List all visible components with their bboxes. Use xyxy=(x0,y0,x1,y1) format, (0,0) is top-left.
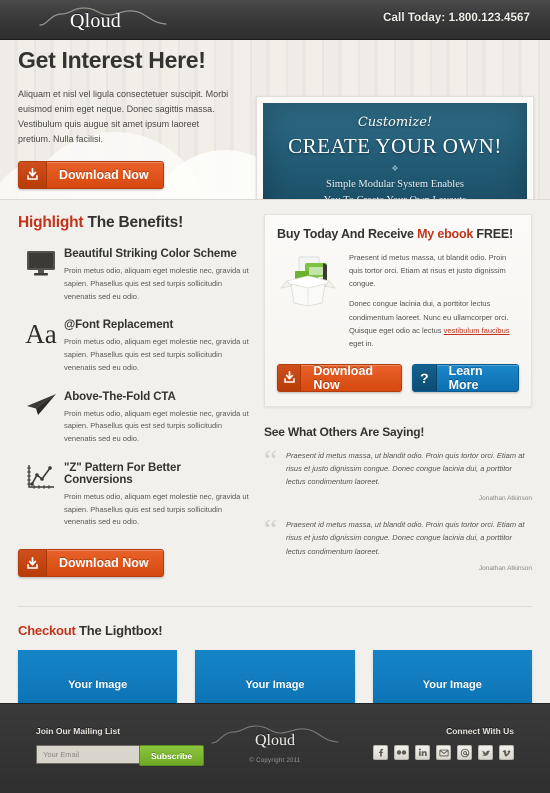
ebook-para-2b: eget in. xyxy=(349,338,374,348)
font-aa-icon: Aa xyxy=(25,319,57,350)
section-divider xyxy=(18,605,532,607)
lightbox-thumb-label: Your Image xyxy=(68,678,128,691)
flickr-icon[interactable] xyxy=(394,745,409,760)
learn-more-label: Learn More xyxy=(448,363,483,392)
promo-subline-1: Simple Modular System Enables xyxy=(326,179,464,190)
promo-video-inner: Customize! CREATE YOUR OWN! ❖ Simple Mod… xyxy=(263,103,527,199)
testimonial-author: Jonathan Atkinson xyxy=(478,564,532,572)
benefits-download-label: Download Now xyxy=(59,556,149,570)
question-mark-icon: ? xyxy=(413,364,437,391)
benefit-title: @Font Replacement xyxy=(64,319,174,332)
header-phone: Call Today: 1.800.123.4567 xyxy=(383,12,530,24)
chart-icon xyxy=(18,462,64,529)
ebook-heading-tail: FREE! xyxy=(473,227,513,241)
lightbox-thumb-label: Your Image xyxy=(245,678,305,691)
benefit-desc: Proin metus odio, aliquam eget molestie … xyxy=(64,337,249,372)
lightbox-thumb-label: Your Image xyxy=(422,678,482,691)
benefit-title: Above-The-Fold CTA xyxy=(64,390,176,403)
ebook-download-label: Download Now xyxy=(313,363,374,392)
header-logo[interactable]: Qloud xyxy=(38,4,168,38)
at-icon[interactable] xyxy=(457,745,472,760)
twitter-icon[interactable] xyxy=(478,745,493,760)
hero-paragraph: Aliquam et nisl vel ligula consectetuer … xyxy=(18,89,229,144)
copyright-text: © Copyright 2011 xyxy=(249,758,301,764)
testimonial-author: Jonathan Atkinson xyxy=(478,495,532,503)
open-box-icon xyxy=(277,251,339,350)
benefit-item: "Z" Pattern For Better Conversions Proin… xyxy=(18,462,250,529)
benefits-heading-rest: The Benefits! xyxy=(83,214,184,231)
promo-script-text: Customize! xyxy=(357,115,433,130)
hero-content: Get Interest Here! Aliquam et nisl vel l… xyxy=(18,47,242,199)
testimonial-item: “ Praesent id metus massa, ut blandit od… xyxy=(264,443,532,503)
promo-subline-2: You To Create Your Own Layouts xyxy=(263,193,527,199)
linkedin-icon[interactable] xyxy=(415,745,430,760)
site-header: Qloud Call Today: 1.800.123.4567 xyxy=(0,0,550,40)
ebook-panel: Buy Today And Receive My ebook FREE! Pra… xyxy=(264,214,532,407)
ornament-divider: ❖ xyxy=(391,164,399,173)
ebook-download-button[interactable]: Download Now xyxy=(277,363,403,392)
mailing-list-title: Join Our Mailing List xyxy=(36,726,121,736)
vimeo-icon[interactable] xyxy=(499,745,514,760)
testimonial-item: “ Praesent id metus massa, ut blandit od… xyxy=(264,513,532,572)
promo-video-box[interactable]: Customize! CREATE YOUR OWN! ❖ Simple Mod… xyxy=(256,96,534,199)
email-input[interactable] xyxy=(36,745,139,764)
footer-logo-text: Qloud xyxy=(255,732,295,749)
footer-logo-block: Qloud © Copyright 2011 xyxy=(210,724,340,764)
benefit-item: Aa @Font Replacement Proin metus odio, a… xyxy=(18,319,250,374)
hero-section: Get Interest Here! Aliquam et nisl vel l… xyxy=(0,40,550,200)
quote-icon: “ xyxy=(264,443,278,477)
download-icon xyxy=(19,550,47,576)
benefit-desc: Proin metus odio, aliquam eget molestie … xyxy=(64,491,249,527)
learn-more-button[interactable]: ? Learn More xyxy=(412,363,519,392)
benefit-title: Beautiful Striking Color Scheme xyxy=(64,248,237,260)
testimonial-text: Praesent id metus massa, ut blandit odio… xyxy=(286,520,525,556)
ebook-para-2: Donec congue lacinia dui, a porttitor le… xyxy=(349,297,519,350)
ebook-heading: Buy Today And Receive My ebook FREE! xyxy=(277,227,519,241)
testimonials-heading: See What Others Are Saying! xyxy=(264,424,425,439)
subscribe-button[interactable]: Subscribe xyxy=(139,745,205,766)
download-icon xyxy=(278,364,302,391)
social-icons xyxy=(373,745,514,760)
main-content: Highlight The Benefits! Beautiful Striki… xyxy=(0,200,550,607)
benefit-item: Above-The-Fold CTA Proin metus odio, ali… xyxy=(18,391,250,446)
paper-plane-icon xyxy=(18,391,64,446)
header-logo-text: Qloud xyxy=(70,10,121,32)
facebook-icon[interactable] xyxy=(373,745,388,760)
hero-title: Get Interest Here! xyxy=(18,47,206,73)
benefits-download-button[interactable]: Download Now xyxy=(18,549,164,577)
ebook-heading-accent: My ebook xyxy=(417,227,474,241)
benefit-title: "Z" Pattern For Better Conversions xyxy=(64,461,181,486)
connect-block: Connect With Us xyxy=(373,726,514,760)
subscribe-form: Subscribe xyxy=(36,745,205,766)
benefits-column: Highlight The Benefits! Beautiful Striki… xyxy=(18,214,250,588)
offer-column: Buy Today And Receive My ebook FREE! Pra… xyxy=(264,214,532,588)
landing-page: Qloud Call Today: 1.800.123.4567 Get Int… xyxy=(0,0,550,793)
mailing-list-block: Join Our Mailing List Subscribe xyxy=(36,726,205,766)
lightbox-heading-rest: The Lightbox! xyxy=(75,622,163,638)
email-icon[interactable] xyxy=(436,745,451,760)
ebook-heading-plain: Buy Today And Receive xyxy=(277,227,418,241)
benefit-desc: Proin metus odio, aliquam eget molestie … xyxy=(64,408,249,444)
connect-title: Connect With Us xyxy=(446,726,514,736)
hero-download-button[interactable]: Download Now xyxy=(18,160,164,189)
monitor-icon xyxy=(18,248,64,303)
ebook-inline-link[interactable]: vestibulum faucibus xyxy=(444,326,510,335)
ebook-description: Praesent id metus massa, ut blandit odio… xyxy=(349,251,519,350)
benefit-item: Beautiful Striking Color Scheme Proin me… xyxy=(18,248,250,303)
download-icon xyxy=(19,161,47,188)
lightbox-heading: Checkout The Lightbox! xyxy=(18,623,532,638)
site-footer: Join Our Mailing List Subscribe Qloud © … xyxy=(0,703,550,793)
lightbox-heading-accent: Checkout xyxy=(18,622,76,638)
benefits-heading-accent: Highlight xyxy=(18,214,84,231)
benefits-heading: Highlight The Benefits! xyxy=(18,214,250,232)
promo-headline: CREATE YOUR OWN! xyxy=(288,134,502,158)
hero-download-label: Download Now xyxy=(59,167,149,182)
benefit-desc: Proin metus odio, aliquam eget molestie … xyxy=(64,266,249,301)
ebook-para-1: Praesent id metus massa, ut blandit odio… xyxy=(349,253,507,289)
testimonial-text: Praesent id metus massa, ut blandit odio… xyxy=(286,450,525,487)
quote-icon: “ xyxy=(264,513,278,547)
footer-logo[interactable]: Qloud xyxy=(210,724,340,756)
